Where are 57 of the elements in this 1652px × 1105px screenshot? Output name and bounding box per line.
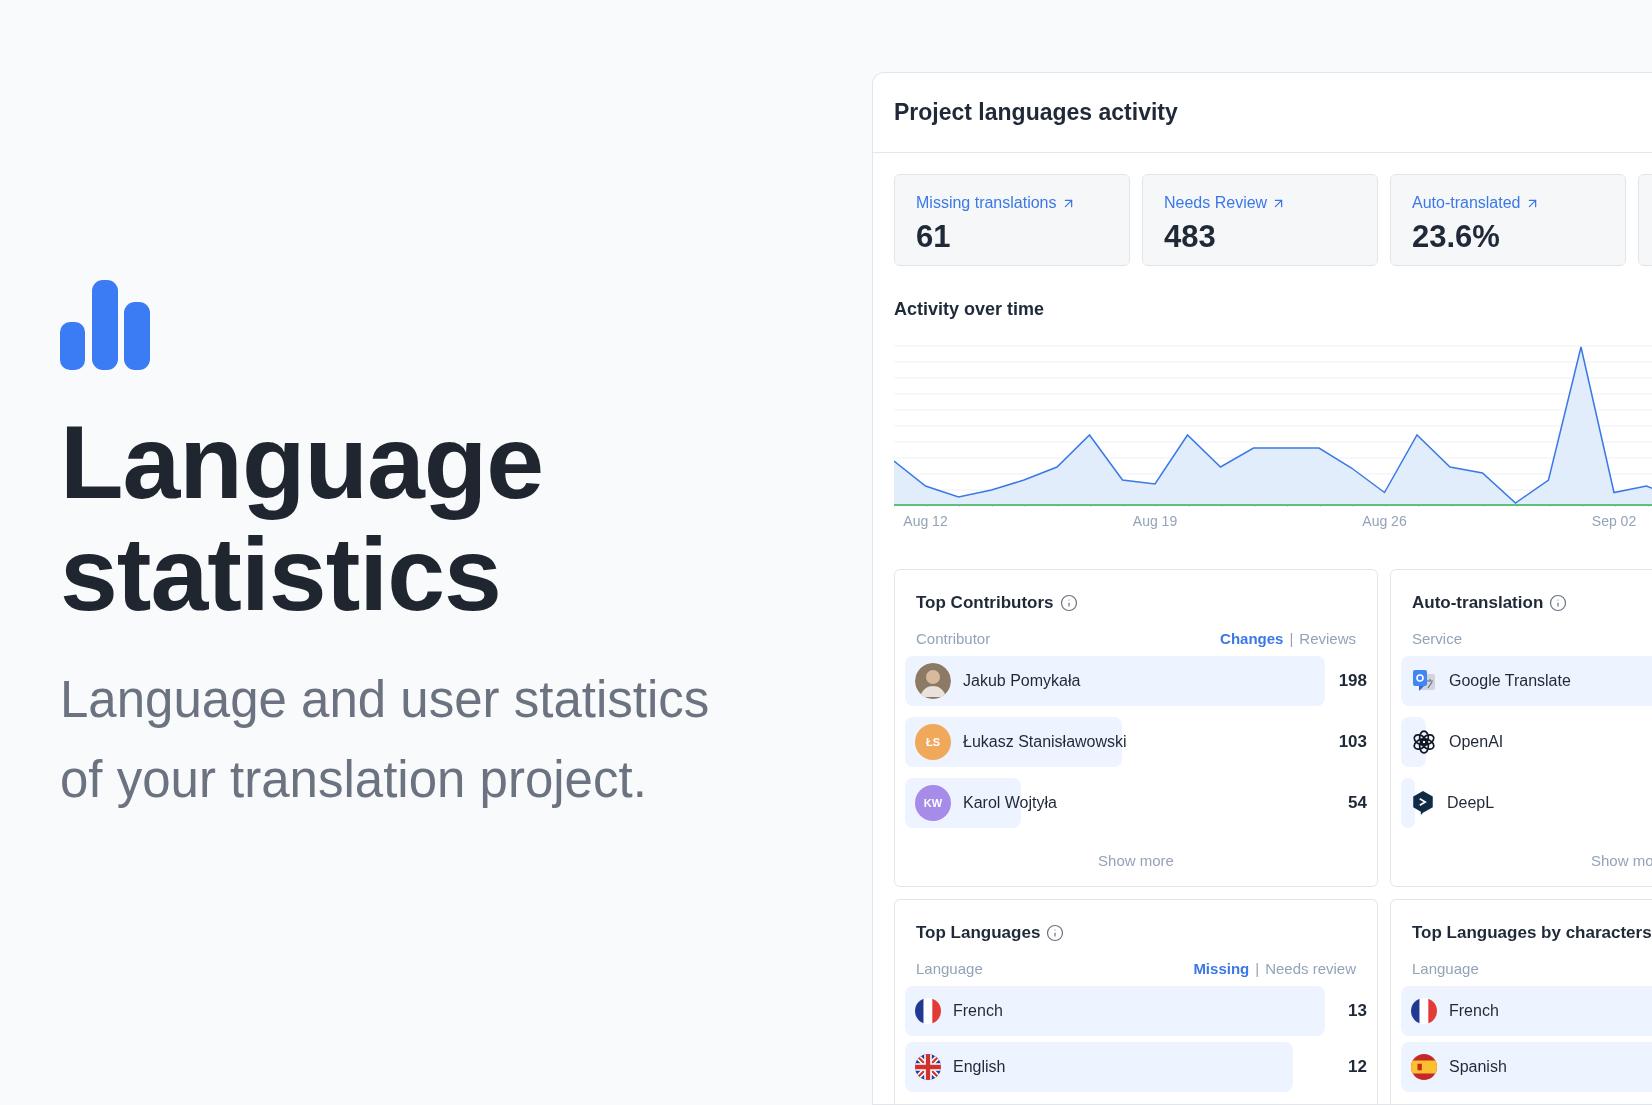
translate-icon bbox=[1411, 668, 1437, 694]
panel-title: Project languages activity bbox=[894, 98, 1178, 128]
metric-tab[interactable]: Changes bbox=[1220, 627, 1284, 650]
count: 103 bbox=[1338, 731, 1367, 754]
hero-subtitle: Language and user statistics of your translation project. bbox=[60, 670, 711, 810]
language-name: French bbox=[953, 1001, 1003, 1021]
column-header: Service bbox=[1412, 628, 1463, 649]
column-header: Language bbox=[916, 958, 983, 979]
stat-card[interactable]: Missing translations 61 bbox=[894, 174, 1130, 266]
hexagon-icon bbox=[1411, 790, 1435, 816]
separator: | bbox=[1255, 958, 1260, 979]
stat-label: Needs Review bbox=[1164, 193, 1268, 213]
info-icon[interactable] bbox=[1549, 593, 1568, 612]
show-more-link[interactable]: Show mo bbox=[1591, 850, 1652, 873]
count: 12 bbox=[1348, 1056, 1367, 1079]
service-name: DeepL bbox=[1447, 793, 1495, 813]
service-name: Google Translate bbox=[1449, 671, 1571, 691]
axis-label: Sep 02 bbox=[1591, 512, 1637, 531]
flag-icon bbox=[1411, 998, 1437, 1024]
language-name: Spanish bbox=[1449, 1057, 1507, 1077]
count: 54 bbox=[1348, 792, 1367, 815]
count: 13 bbox=[1348, 1000, 1367, 1023]
axis-label: Aug 19 bbox=[1132, 512, 1178, 531]
stat-value: 483 bbox=[1164, 218, 1217, 256]
separator: | bbox=[1289, 628, 1294, 649]
language-name: French bbox=[1449, 1001, 1499, 1021]
language-name: English bbox=[953, 1057, 1006, 1077]
flag-icon bbox=[915, 998, 941, 1024]
stat-value: 23.6% bbox=[1412, 218, 1501, 256]
card-title: Top Languages by characters bbox=[1412, 922, 1652, 944]
info-icon[interactable] bbox=[1059, 593, 1078, 612]
show-more-link[interactable]: Show more bbox=[1098, 850, 1174, 873]
section-title: Activity over time bbox=[894, 298, 1046, 321]
stat-value: 61 bbox=[916, 218, 952, 256]
avatar bbox=[915, 663, 951, 699]
contributor-name: Jakub Pomykała bbox=[963, 671, 1081, 691]
count: 198 bbox=[1338, 670, 1367, 693]
hero-title: Language statistics bbox=[60, 406, 545, 630]
column-header: Language bbox=[1412, 958, 1479, 979]
info-icon[interactable] bbox=[1046, 923, 1065, 942]
card-title: Auto-translation bbox=[1412, 592, 1544, 614]
axis-label: Aug 26 bbox=[1362, 512, 1407, 531]
service-name: OpenAI bbox=[1449, 732, 1504, 752]
stat-label: Missing translations bbox=[916, 193, 1057, 213]
metric-tab[interactable]: Reviews bbox=[1299, 627, 1356, 650]
metric-tab[interactable]: Needs review bbox=[1265, 957, 1356, 980]
contributor-name: Łukasz Stanisławowski bbox=[963, 732, 1127, 752]
stat-card[interactable]: Auto-translated 23.6% bbox=[1390, 174, 1626, 266]
stat-label: Auto-translated bbox=[1412, 193, 1521, 213]
contributor-name: Karol Wojtyła bbox=[963, 793, 1057, 813]
stat-card[interactable]: Needs Review 483 bbox=[1142, 174, 1378, 266]
card-title: Top Languages bbox=[916, 922, 1041, 944]
knot-icon bbox=[1411, 729, 1437, 755]
axis-label: Aug 12 bbox=[903, 512, 948, 531]
column-header: Contributor bbox=[916, 628, 991, 649]
metric-tab[interactable]: Missing bbox=[1193, 957, 1250, 980]
card-title: Top Contributors bbox=[916, 592, 1054, 614]
